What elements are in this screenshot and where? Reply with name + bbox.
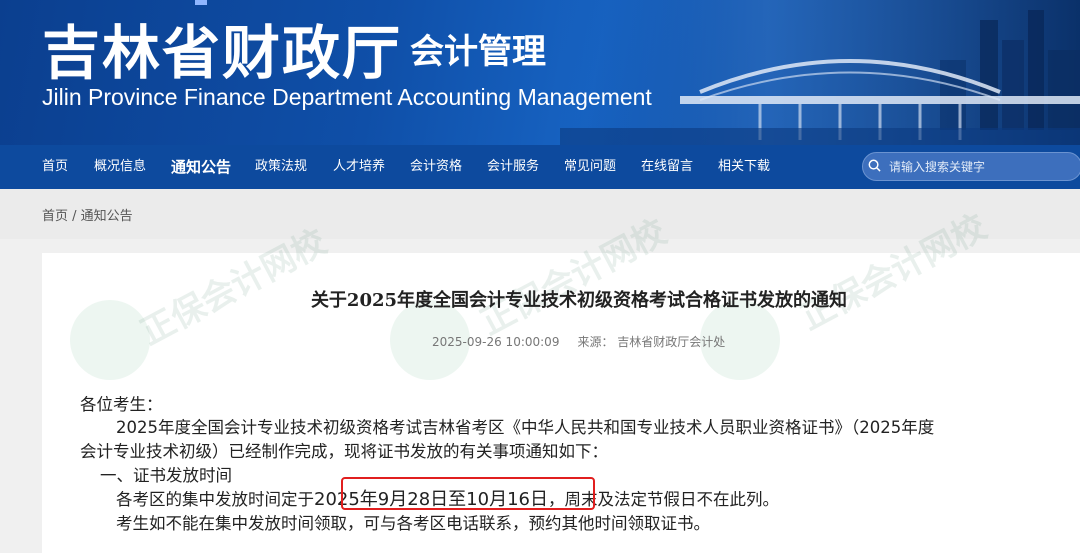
search-icon[interactable]	[868, 159, 881, 172]
nav-item-faq[interactable]: 常见问题	[564, 145, 616, 189]
nav-item-downloads[interactable]: 相关下载	[718, 145, 770, 189]
site-header: 吉林省财政厅 会计管理 Jilin Province Finance Depar…	[0, 0, 1080, 145]
search-input[interactable]	[887, 155, 1071, 179]
article-source: 吉林省财政厅会计处	[617, 335, 726, 349]
article-paragraph-line: 会计专业技术初级）已经制作完成，现将证书发放的有关事项通知如下：	[80, 442, 608, 461]
site-subtitle: 会计管理	[410, 32, 546, 72]
article-title: 关于2025年度全国会计专业技术初级资格考试合格证书发放的通知	[310, 290, 848, 311]
article-date: 2025-09-26 10:00:09	[432, 335, 560, 349]
breadcrumb-home[interactable]: 首页	[42, 209, 68, 224]
article-greeting: 各位考生：	[80, 395, 163, 414]
nav-item-services[interactable]: 会计服务	[487, 145, 539, 189]
breadcrumb-bar	[0, 189, 1080, 239]
breadcrumb-current[interactable]: 通知公告	[81, 209, 133, 224]
site-english-title: Jilin Province Finance Department Accoun…	[42, 84, 652, 110]
article-section-heading: 一、证书发放时间	[100, 466, 232, 485]
breadcrumb: 首页 / 通知公告	[42, 205, 133, 224]
article-meta: 2025-09-26 10:00:09 来源： 吉林省财政厅会计处	[432, 333, 725, 350]
bridge-skyline-image	[560, 0, 1080, 145]
nav-item-messages[interactable]: 在线留言	[641, 145, 693, 189]
article-text: 各考区的集中发放时间定于	[116, 490, 314, 509]
red-highlight-box	[341, 477, 595, 510]
active-nav-indicator	[195, 0, 207, 5]
article-paragraph-line: 考生如不能在集中发放时间领取，可与各考区电话联系，预约其他时间领取证书。	[116, 514, 710, 533]
nav-item-overview[interactable]: 概况信息	[94, 145, 146, 189]
nav-item-qualification[interactable]: 会计资格	[410, 145, 462, 189]
breadcrumb-separator: /	[68, 209, 81, 224]
nav-item-talent[interactable]: 人才培养	[333, 145, 385, 189]
article-source-label: 来源：	[577, 335, 614, 349]
nav-item-notices[interactable]: 通知公告	[171, 145, 231, 189]
site-title: 吉林省财政厅	[42, 19, 403, 87]
nav-item-policies[interactable]: 政策法规	[255, 145, 307, 189]
nav-item-home[interactable]: 首页	[42, 145, 68, 189]
article-paragraph-line: 2025年度全国会计专业技术初级资格考试吉林省考区《中华人民共和国专业技术人员职…	[116, 418, 935, 437]
